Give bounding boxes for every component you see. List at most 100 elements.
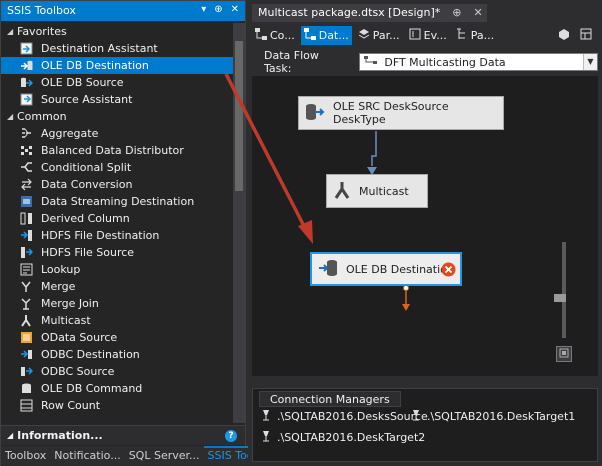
- pin-icon[interactable]: ⊕: [214, 4, 222, 15]
- merge-join-icon: [19, 297, 33, 310]
- component-oledb-destination[interactable]: OLE DB Destination: [310, 252, 462, 286]
- toolbox-item-row-count[interactable]: Row Count: [1, 397, 233, 414]
- toolbox-title: SSIS Toolbox: [7, 4, 76, 17]
- lookup-icon: [19, 263, 33, 276]
- toolbox-item-source-assistant[interactable]: Source Assistant: [1, 91, 233, 108]
- toolbox-title-bar: SSIS Toolbox ▾ ⊕ ✕: [1, 1, 245, 21]
- connection-managers-list: .\SQLTAB2016.DesksSource .\SQLTAB2016.De…: [261, 409, 591, 445]
- toolbox-item-multicast[interactable]: Multicast: [1, 312, 233, 329]
- package-designer: Multicast package.dtsx [Design]* ⊕ ✕ Co.…: [248, 0, 602, 466]
- oledb-source-icon: [305, 103, 325, 124]
- oledb-destination-icon: [318, 259, 338, 280]
- pin-icon[interactable]: ⊕: [452, 6, 461, 22]
- multicast-icon: [19, 314, 33, 327]
- toolbox-item-oledb-destination[interactable]: OLE DB Destination: [1, 57, 233, 74]
- tab-package-explorer[interactable]: Pa...: [453, 26, 497, 45]
- tab-data-flow[interactable]: Dat...: [300, 25, 352, 45]
- connection-manager-item[interactable]: .\SQLTAB2016.DeskTarget1: [411, 409, 581, 424]
- toolbox-item-data-conversion[interactable]: Data Conversion: [1, 176, 233, 193]
- package-icon[interactable]: [558, 28, 570, 43]
- zoom-fit-icon: [559, 348, 569, 361]
- connection-managers-tab[interactable]: Connection Managers: [259, 391, 401, 407]
- toolbox-item-merge-join[interactable]: Merge Join: [1, 295, 233, 312]
- component-multicast[interactable]: Multicast: [326, 174, 428, 208]
- toolbox-item-oledb-source[interactable]: OLE DB Source: [1, 74, 233, 91]
- tab-sql-server[interactable]: SQL Server...: [125, 446, 204, 466]
- document-tab-title: Multicast package.dtsx [Design]*: [258, 6, 441, 19]
- toolbox-item-hdfs-file-source[interactable]: HDFS File Source: [1, 244, 233, 261]
- hdfs-source-icon: [19, 246, 33, 259]
- zoom-slider-thumb[interactable]: [554, 294, 566, 302]
- odbc-destination-icon: [19, 348, 33, 361]
- tab-event-handlers[interactable]: Ev...: [406, 26, 450, 45]
- tab-toolbox[interactable]: Toolbox: [1, 446, 50, 466]
- aggregate-icon: [19, 127, 33, 140]
- data-flow-canvas[interactable]: OLE SRC DeskSource DeskType Multicast OL…: [252, 76, 598, 376]
- tab-notifications[interactable]: Notificatio...: [50, 446, 124, 466]
- connection-manager-item[interactable]: .\SQLTAB2016.DeskTarget2: [261, 430, 425, 445]
- scrollbar-thumb[interactable]: [235, 41, 243, 191]
- toolbox-item-odbc-destination[interactable]: ODBC Destination: [1, 346, 233, 363]
- control-flow-icon: [255, 27, 267, 43]
- hdfs-destination-icon: [19, 229, 33, 242]
- toolbox-item-aggregate[interactable]: Aggregate: [1, 125, 233, 142]
- chevron-down-icon[interactable]: ▼: [583, 54, 597, 70]
- toolbox-item-conditional-split[interactable]: Conditional Split: [1, 159, 233, 176]
- toolbox-item-destination-assistant[interactable]: Destination Assistant: [1, 40, 233, 57]
- information-label: Information...: [17, 429, 103, 442]
- designer-tab-strip: Co... Dat... Par... Ev... Pa...: [252, 24, 598, 46]
- toolbox-scrollbar[interactable]: [233, 23, 245, 423]
- multicast-icon: [333, 181, 351, 202]
- data-flow-task-row: Data Flow Task: DFT Multicasting Data ▼: [252, 49, 598, 75]
- toolbox-item-odata-source[interactable]: OData Source: [1, 329, 233, 346]
- destination-assistant-icon: [19, 42, 33, 55]
- collapse-triangle-icon: ◢: [7, 431, 14, 440]
- close-icon[interactable]: ✕: [473, 6, 482, 22]
- oledb-source-icon: [19, 76, 33, 89]
- tab-parameters[interactable]: Par...: [355, 26, 403, 45]
- source-assistant-icon: [19, 93, 33, 106]
- data-path-source-to-multicast: [371, 131, 377, 166]
- odbc-source-icon: [19, 365, 33, 378]
- connection-icon: [261, 430, 271, 445]
- connection-icon: [261, 409, 271, 424]
- error-icon[interactable]: [441, 262, 456, 280]
- close-icon[interactable]: ✕: [231, 4, 239, 15]
- tab-control-flow[interactable]: Co...: [252, 26, 298, 45]
- data-flow-task-icon: [364, 55, 378, 69]
- balanced-distributor-icon: [19, 144, 33, 157]
- toolbox-item-balanced-data-distributor[interactable]: Balanced Data Distributor: [1, 142, 233, 159]
- oledb-destination-icon: [19, 59, 33, 72]
- data-conversion-icon: [19, 178, 33, 191]
- toolbox-item-lookup[interactable]: Lookup: [1, 261, 233, 278]
- toolbox-item-odbc-source[interactable]: ODBC Source: [1, 363, 233, 380]
- parameters-icon: [358, 28, 370, 43]
- toolbox-item-merge[interactable]: Merge: [1, 278, 233, 295]
- group-common[interactable]: ◢ Common: [1, 108, 233, 125]
- connection-manager-item[interactable]: .\SQLTAB2016.DesksSource: [261, 409, 428, 424]
- collapse-triangle-icon: ◢: [7, 112, 14, 121]
- zoom-slider-track[interactable]: [562, 242, 566, 338]
- error-output-arrowhead: [402, 304, 410, 311]
- connection-icon: [411, 409, 421, 424]
- zoom-to-fit-button[interactable]: [556, 346, 572, 362]
- row-count-icon: [19, 399, 33, 412]
- component-oledb-source[interactable]: OLE SRC DeskSource DeskType: [298, 96, 504, 130]
- connection-managers-panel: Connection Managers .\SQLTAB2016.DesksSo…: [252, 388, 598, 462]
- toolbox-list: ◢ Favorites Destination Assistant OLE DB…: [1, 23, 233, 423]
- group-label: Common: [17, 110, 67, 123]
- data-flow-task-select[interactable]: DFT Multicasting Data ▼: [359, 53, 598, 71]
- dropdown-icon[interactable]: ▾: [201, 4, 206, 15]
- data-flow-icon: [303, 27, 316, 43]
- document-tab[interactable]: Multicast package.dtsx [Design]* ⊕ ✕: [252, 4, 487, 22]
- odata-source-icon: [19, 331, 33, 344]
- toolbox-item-hdfs-file-destination[interactable]: HDFS File Destination: [1, 227, 233, 244]
- group-favorites[interactable]: ◢ Favorites: [1, 23, 233, 40]
- information-panel-header[interactable]: ◢ Information... ?: [1, 425, 245, 445]
- merge-icon: [19, 280, 33, 293]
- toolbox-item-oledb-command[interactable]: OLE DB Command: [1, 380, 233, 397]
- help-icon[interactable]: ?: [225, 430, 237, 442]
- toolbox-item-data-streaming-destination[interactable]: Data Streaming Destination: [1, 193, 233, 210]
- toolbox-item-derived-column[interactable]: Derived Column: [1, 210, 233, 227]
- layout-icon[interactable]: [580, 28, 592, 43]
